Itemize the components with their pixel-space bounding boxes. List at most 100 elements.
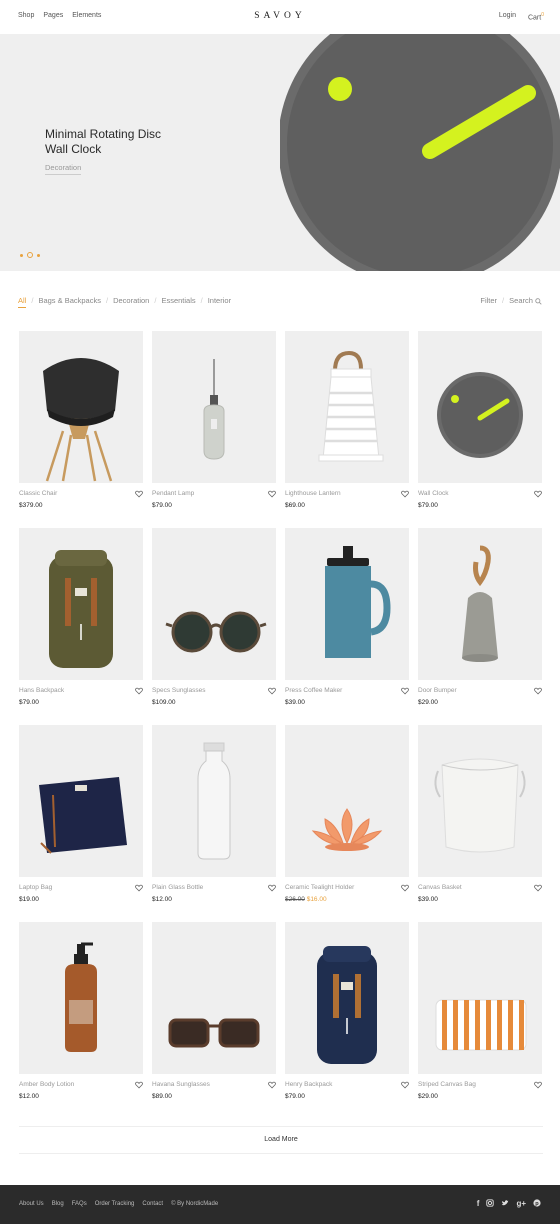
wishlist-heart-icon[interactable] — [401, 884, 409, 892]
product-card[interactable]: Wall Clock $79.00 — [418, 331, 542, 513]
facebook-icon[interactable]: f — [477, 1199, 480, 1209]
wishlist-heart-icon[interactable] — [135, 687, 143, 695]
google-plus-icon[interactable]: g+ — [516, 1199, 526, 1209]
wishlist-heart-icon[interactable] — [401, 687, 409, 695]
load-more-button[interactable]: Load More — [19, 1136, 543, 1143]
product-card[interactable]: Press Coffee Maker $39.00 — [285, 528, 409, 710]
product-card[interactable]: Classic Chair $379.00 — [19, 331, 143, 513]
footer-link-faqs[interactable]: FAQs — [72, 1201, 87, 1207]
product-image[interactable] — [152, 331, 276, 483]
laptop-bag-icon — [39, 777, 127, 854]
filter-bags-backpacks[interactable]: Bags & Backpacks — [38, 296, 101, 308]
product-price-value: $19.00 — [19, 896, 39, 903]
product-image[interactable] — [19, 528, 143, 680]
product-name[interactable]: Havana Sunglasses — [152, 1081, 210, 1088]
product-image[interactable] — [19, 725, 143, 877]
product-name[interactable]: Specs Sunglasses — [152, 687, 205, 694]
product-image[interactable] — [19, 922, 143, 1074]
filter-essentials[interactable]: Essentials — [161, 296, 195, 308]
wishlist-heart-icon[interactable] — [135, 1081, 143, 1089]
product-image[interactable] — [418, 331, 542, 483]
product-name[interactable]: Door Bumper — [418, 687, 457, 694]
product-image[interactable] — [285, 725, 409, 877]
wishlist-heart-icon[interactable] — [135, 884, 143, 892]
product-image[interactable] — [285, 528, 409, 680]
product-name[interactable]: Hans Backpack — [19, 687, 64, 694]
product-name[interactable]: Canvas Basket — [418, 884, 462, 891]
product-image[interactable] — [152, 725, 276, 877]
product-card[interactable]: Canvas Basket $39.00 — [418, 725, 542, 907]
product-card[interactable]: Striped Canvas Bag $29.00 — [418, 922, 542, 1104]
wishlist-heart-icon[interactable] — [534, 490, 542, 498]
hero-category-link[interactable]: Decoration — [45, 163, 82, 175]
pinterest-icon[interactable]: p — [533, 1199, 541, 1209]
wishlist-heart-icon[interactable] — [268, 884, 276, 892]
product-card[interactable]: Henry Backpack $79.00 — [285, 922, 409, 1104]
product-image[interactable] — [19, 331, 143, 483]
filter-button[interactable]: Filter — [480, 296, 497, 305]
product-name[interactable]: Laptop Bag — [19, 884, 52, 891]
product-card[interactable]: Havana Sunglasses $89.00 — [152, 922, 276, 1104]
footer-link-order-tracking[interactable]: Order Tracking — [95, 1201, 135, 1207]
product-price: $12.00 — [152, 896, 172, 903]
product-name[interactable]: Striped Canvas Bag — [418, 1081, 476, 1088]
product-price-value: $109.00 — [152, 699, 176, 706]
hero-slider[interactable]: Minimal Rotating Disc Wall Clock Decorat… — [0, 34, 560, 271]
product-image[interactable] — [418, 725, 542, 877]
product-card[interactable]: Ceramic Tealight Holder $26.00 $16.00 — [285, 725, 409, 907]
wishlist-heart-icon[interactable] — [135, 490, 143, 498]
product-image[interactable] — [285, 331, 409, 483]
footer-link-blog[interactable]: Blog — [52, 1201, 64, 1207]
product-card[interactable]: Lighthouse Lantern $69.00 — [285, 331, 409, 513]
site-logo[interactable]: SAVOY — [0, 11, 560, 21]
product-name[interactable]: Lighthouse Lantern — [285, 490, 341, 497]
product-card[interactable]: Hans Backpack $79.00 — [19, 528, 143, 710]
product-card[interactable]: Specs Sunglasses $109.00 — [152, 528, 276, 710]
filter-decoration[interactable]: Decoration — [113, 296, 149, 308]
product-image[interactable] — [418, 922, 542, 1074]
search-button[interactable]: Search — [509, 296, 542, 305]
footer-links: About Us Blog FAQs Order Tracking Contac… — [19, 1201, 218, 1207]
wishlist-heart-icon[interactable] — [268, 1081, 276, 1089]
slider-dot-2[interactable] — [27, 252, 33, 258]
filter-interior[interactable]: Interior — [208, 296, 231, 308]
product-filter-bar: All / Bags & Backpacks / Decoration / Es… — [18, 296, 542, 310]
product-name[interactable]: Wall Clock — [418, 490, 448, 497]
product-card[interactable]: Laptop Bag $19.00 — [19, 725, 143, 907]
slider-dot-1[interactable] — [20, 253, 23, 257]
wishlist-heart-icon[interactable] — [401, 1081, 409, 1089]
lamp-icon — [203, 359, 225, 460]
product-name[interactable]: Press Coffee Maker — [285, 687, 342, 694]
product-image[interactable] — [285, 922, 409, 1074]
product-card[interactable]: Door Bumper $29.00 — [418, 528, 542, 710]
product-price: $79.00 — [19, 699, 39, 706]
footer-link-contact[interactable]: Contact — [142, 1201, 163, 1207]
product-image[interactable] — [418, 528, 542, 680]
product-name[interactable]: Ceramic Tealight Holder — [285, 884, 354, 891]
product-name[interactable]: Henry Backpack — [285, 1081, 332, 1088]
product-card[interactable]: Pendant Lamp $79.00 — [152, 331, 276, 513]
wishlist-heart-icon[interactable] — [268, 687, 276, 695]
wishlist-heart-icon[interactable] — [401, 490, 409, 498]
filter-all[interactable]: All — [18, 296, 27, 308]
instagram-icon[interactable] — [486, 1199, 495, 1209]
footer-link-about[interactable]: About Us — [19, 1201, 44, 1207]
category-filter: All / Bags & Backpacks / Decoration / Es… — [18, 296, 231, 308]
product-card[interactable]: Amber Body Lotion $12.00 — [19, 922, 143, 1104]
wishlist-heart-icon[interactable] — [534, 1081, 542, 1089]
twitter-icon[interactable] — [501, 1199, 509, 1209]
wishlist-heart-icon[interactable] — [268, 490, 276, 498]
slider-dot-3[interactable] — [37, 253, 40, 257]
product-card[interactable]: Plain Glass Bottle $12.00 — [152, 725, 276, 907]
product-name[interactable]: Plain Glass Bottle — [152, 884, 203, 891]
product-name[interactable]: Classic Chair — [19, 490, 57, 497]
product-image[interactable] — [152, 922, 276, 1074]
product-name[interactable]: Amber Body Lotion — [19, 1081, 74, 1088]
social-links: f g+ p — [477, 1199, 541, 1209]
cart-link[interactable]: Cart0 — [528, 12, 544, 21]
product-image[interactable] — [152, 528, 276, 680]
wishlist-heart-icon[interactable] — [534, 884, 542, 892]
product-name[interactable]: Pendant Lamp — [152, 490, 194, 497]
login-link[interactable]: Login — [499, 12, 516, 21]
wishlist-heart-icon[interactable] — [534, 687, 542, 695]
